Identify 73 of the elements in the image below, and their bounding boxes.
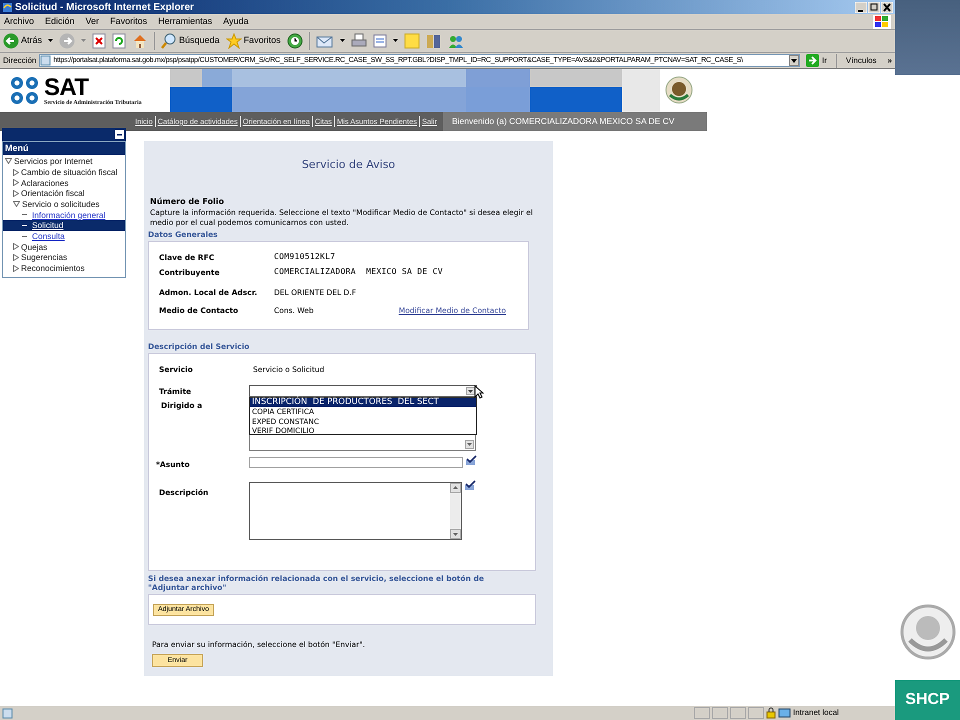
scroll-up-icon: [450, 483, 461, 493]
refresh-icon[interactable]: [112, 33, 126, 49]
tree-item[interactable]: Solicitud: [3, 220, 125, 231]
dropdown-arrow-icon: [468, 390, 473, 392]
welcome-text: Bienvenido (a) COMERCIALIZADORA MEXICO SA DE CV: [443, 112, 707, 131]
close-icon[interactable]: [881, 2, 893, 12]
tree-item[interactable]: Orientación fiscal: [3, 188, 125, 199]
research-icon[interactable]: [426, 33, 442, 49]
dropdown-caret-icon[interactable]: [340, 39, 345, 43]
document-icon[interactable]: [372, 34, 387, 48]
restore-icon[interactable]: [868, 2, 880, 12]
menu-item[interactable]: Herramientas: [158, 14, 212, 28]
tree-item[interactable]: Aclaraciones: [3, 177, 125, 188]
dropdown-option[interactable]: INSCRIPCIÓN DE PRODUCTORES DEL SECT: [250, 398, 476, 408]
tree-item[interactable]: Información general: [3, 209, 125, 220]
menu-item[interactable]: Ayuda: [223, 14, 248, 28]
menu-item[interactable]: Ver: [86, 14, 100, 28]
status-pane: [712, 707, 728, 719]
form-title: Servicio de Aviso: [300, 157, 396, 173]
menu-item[interactable]: Archivo: [4, 14, 34, 28]
links-label[interactable]: Vínculos: [846, 54, 877, 66]
status-pane: [730, 707, 746, 719]
tree-item[interactable]: Cambio de situación fiscal: [3, 166, 125, 178]
menu-item[interactable]: Favoritos: [110, 14, 148, 28]
asunto-field[interactable]: [249, 457, 463, 468]
network-icon: [778, 708, 791, 718]
star-icon: [226, 33, 242, 49]
lock-icon: [766, 707, 776, 719]
printer-icon[interactable]: [350, 33, 367, 49]
page-status-icon: [2, 708, 13, 718]
favorites-button[interactable]: Favoritos: [226, 33, 281, 49]
status-pane: [694, 707, 710, 719]
scroll-down-icon: [467, 443, 472, 446]
go-button[interactable]: Ir: [806, 54, 827, 67]
collapse-icon[interactable]: [115, 130, 124, 139]
field-value: COM910512KL7: [274, 250, 336, 263]
status-pane: [748, 707, 764, 719]
address-label: Dirección: [3, 54, 36, 66]
dropdown-caret-icon[interactable]: [392, 39, 398, 43]
dropdown-arrow-icon: [790, 58, 797, 62]
browser-icon: [2, 2, 13, 12]
page-icon: [40, 55, 52, 66]
tree-item[interactable]: Servicio o solicitudes: [3, 198, 125, 210]
windows-logo-icon: [873, 14, 891, 28]
dropdown-caret-icon[interactable]: [48, 39, 54, 43]
description-field[interactable]: [249, 482, 462, 540]
search-button[interactable]: Búsqueda: [161, 33, 220, 49]
tramite-select[interactable]: [249, 385, 477, 397]
brand-label: SHCP: [895, 680, 960, 720]
folio-label: Número de Folio: [149, 196, 225, 208]
menu-title: Menú: [3, 142, 125, 155]
tree-item[interactable]: Servicios por Internet: [3, 156, 125, 167]
search-icon: [161, 33, 178, 49]
minimize-icon[interactable]: [855, 2, 867, 12]
window-title: Solicitud - Microsoft Internet Explorer: [15, 0, 194, 14]
menu-item[interactable]: Edición: [45, 14, 75, 28]
home-icon[interactable]: [132, 33, 148, 49]
back-button[interactable]: Atrás: [3, 33, 42, 49]
security-zone: Intranet local: [793, 707, 840, 719]
history-icon[interactable]: [286, 33, 303, 49]
spellcheck-icon: [464, 480, 476, 491]
field-value: COMERCIALIZADORA MEXICO SA DE CV: [274, 266, 444, 278]
tree-item[interactable]: Quejas: [3, 242, 125, 252]
seal-icon: [664, 75, 694, 105]
go-arrow-icon: [806, 54, 819, 67]
spellcheck-icon: [465, 455, 477, 466]
scroll-down-icon: [450, 529, 461, 539]
tree-item[interactable]: Sugerencias: [3, 252, 125, 263]
chevron-button[interactable]: »: [888, 54, 892, 66]
stop-icon[interactable]: [92, 33, 106, 49]
tree-item[interactable]: Consulta: [3, 230, 125, 242]
tree-item[interactable]: Reconocimientos: [3, 262, 125, 274]
logo-circles-icon: [10, 76, 40, 106]
